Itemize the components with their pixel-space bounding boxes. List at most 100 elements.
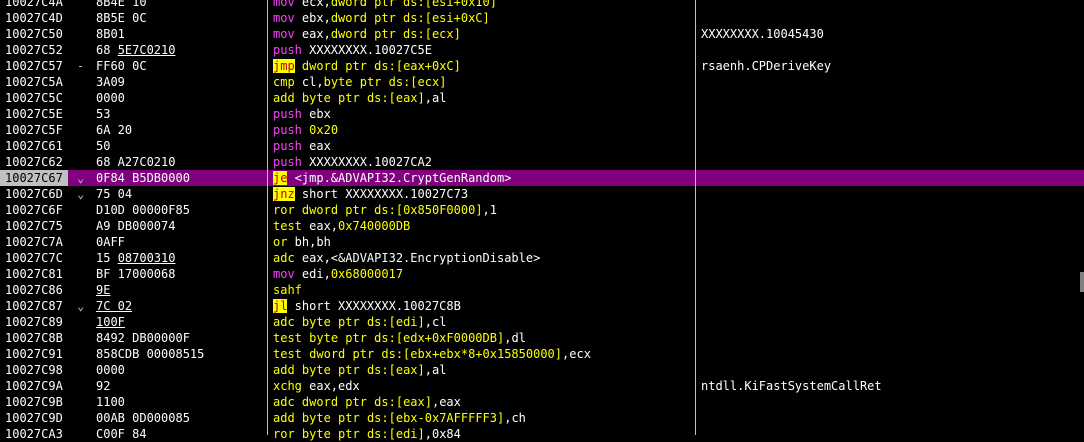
disasm-row[interactable]: 10027C7A 0AFF or bh,bh [0, 234, 1084, 250]
disassembly-view[interactable]: 10027C4A 8B4E 10 mov ecx,dword ptr ds:[esi… [0, 0, 1084, 442]
operand: short XXXXXXXX.10027C73 [294, 187, 469, 201]
operand: dword ptr ds:[0x850F0000] [301, 203, 483, 217]
disasm-row[interactable]: 10027C86 9E sahf [0, 282, 1084, 298]
hex-dump-cell: 68 A27C0210 [96, 155, 176, 169]
mnemonic: cmp [273, 75, 295, 89]
address-cell: 10027C57 [5, 59, 63, 73]
disasm-row[interactable]: 10027CA3 C00F 84 ror byte ptr ds:[edi],0x8… [0, 426, 1084, 442]
disasm-row[interactable]: 10027C52 68 5E7C0210 push XXXXXXXX.10027C5… [0, 42, 1084, 58]
operand: ecx, [294, 0, 331, 9]
column-separator[interactable] [267, 0, 268, 435]
comment-cell: ntdll.KiFastSystemCallRet [701, 379, 882, 393]
disasm-row[interactable]: 10027C5C 0000 add byte ptr ds:[eax],al [0, 90, 1084, 106]
instruction-cell: cmp cl,byte ptr ds:[ecx] [273, 74, 446, 90]
hex-dump-cell: 0000 [96, 363, 125, 377]
operand: ,eax [431, 395, 461, 409]
operand: byte ptr ds:[edi] [301, 427, 425, 441]
disasm-row[interactable]: 10027C61 50 push eax [0, 138, 1084, 154]
operand: eax,edx [301, 379, 360, 393]
disasm-row[interactable]: 10027C5E 53 push ebx [0, 106, 1084, 122]
hex-dump-cell: 75 04 [96, 187, 133, 201]
mnemonic: push [273, 139, 302, 153]
address-cell: 10027C9D [5, 411, 63, 425]
instruction-cell: je <jmp.&ADVAPI32.CryptGenRandom> [273, 170, 511, 186]
operand: ,0x84 [424, 427, 461, 441]
mnemonic: mov [273, 267, 295, 281]
operand [295, 395, 302, 409]
disasm-row[interactable]: 10027C62 68 A27C0210 push XXXXXXXX.10027CA… [0, 154, 1084, 170]
operand: XXXXXXXX.10027C5E [301, 43, 432, 57]
disasm-row[interactable]: 10027C81 BF 17000068 mov edi,0x68000017 [0, 266, 1084, 282]
hex-dump-cell: 50 [96, 139, 111, 153]
mnemonic: test [273, 347, 302, 361]
instruction-cell: test eax,0x740000DB [273, 218, 410, 234]
disasm-row[interactable]: 10027C6D ⌄ 75 04 jnz short XXXXXXXX.10027C7… [0, 186, 1084, 202]
disasm-row[interactable]: 10027C98 0000 add byte ptr ds:[eax],al [0, 362, 1084, 378]
operand: 0x68000017 [330, 267, 404, 281]
instruction-cell: adc byte ptr ds:[edi],cl [273, 314, 446, 330]
address-cell: 10027C8B [5, 331, 63, 345]
mnemonic: test [273, 219, 302, 233]
disasm-row[interactable]: 10027C87 ⌄ 7C 02 jl short XXXXXXXX.10027C8B [0, 298, 1084, 314]
operand: ,cl [424, 315, 447, 329]
address-cell: 10027C75 [5, 219, 63, 233]
operand: dword ptr ds:[eax] [301, 395, 432, 409]
disasm-row[interactable]: 10027C89 100F adc byte ptr ds:[edi],cl [0, 314, 1084, 330]
mnemonic: ror [273, 427, 295, 441]
address-cell: 10027C89 [5, 315, 63, 329]
address-cell: 10027C87 [5, 299, 63, 313]
disasm-row[interactable]: 10027C50 8B01 mov eax,dword ptr ds:[ecx] XX… [0, 26, 1084, 42]
comment-cell: XXXXXXXX.10045430 [701, 27, 824, 41]
hex-dump-cell: 0F84 B5DB0000 [96, 171, 190, 185]
instruction-cell: mov ecx,dword ptr ds:[esi+0x10] [273, 0, 497, 10]
address-cell: 10027C86 [5, 283, 63, 297]
operand: byte ptr ds:[edi] [301, 315, 425, 329]
jump-marker: ⌄ [77, 187, 85, 201]
disasm-row[interactable]: 10027C4A 8B4E 10 mov ecx,dword ptr ds:[esi… [0, 0, 1084, 10]
mnemonic: push [273, 123, 302, 137]
disasm-row[interactable]: 10027C8B 8492 DB00000F test byte ptr ds:[e… [0, 330, 1084, 346]
mnemonic: add [273, 91, 295, 105]
disasm-row[interactable]: 10027C4D 8B5E 0C mov ebx,dword ptr ds:[esi… [0, 10, 1084, 26]
address-cell: 10027C5A [5, 75, 63, 89]
address-cell: 10027C50 [5, 27, 63, 41]
instruction-cell: push XXXXXXXX.10027CA2 [273, 154, 432, 170]
address-cell: 10027C61 [5, 139, 63, 153]
hex-dump-cell: 8B01 [96, 27, 125, 41]
disasm-row[interactable]: 10027C6F D10D 00000F85 ror dword ptr ds:[0… [0, 202, 1084, 218]
operand: eax, [294, 27, 331, 41]
underlined-operand: 5E7C0210 [117, 43, 176, 57]
disasm-row[interactable]: 10027C5A 3A09 cmp cl,byte ptr ds:[ecx] [0, 74, 1084, 90]
address-cell: 10027C4D [5, 11, 63, 25]
scrollbar-thumb[interactable] [1080, 272, 1084, 292]
instruction-cell: adc eax,<&ADVAPI32.EncryptionDisable> [273, 250, 540, 266]
address-cell: 10027C6D [5, 187, 63, 201]
disasm-row[interactable]: 10027C9B 1100 adc dword ptr ds:[eax],eax [0, 394, 1084, 410]
operand: ebx, [294, 11, 331, 25]
instruction-cell: add byte ptr ds:[eax],al [273, 90, 446, 106]
hex-dump-cell: FF60 0C [96, 59, 147, 73]
instruction-cell: mov eax,dword ptr ds:[ecx] [273, 26, 461, 42]
disasm-row[interactable]: 10027C9A 92 xchg eax,edx ntdll.KiFastSystem… [0, 378, 1084, 394]
column-separator[interactable] [695, 0, 696, 435]
instruction-cell: add byte ptr ds:[eax],al [273, 362, 446, 378]
selected-disasm-row[interactable]: 10027C67 ⌄ 0F84 B5DB0000 je <jmp.&ADVAPI32.… [0, 170, 1084, 186]
instruction-cell: push eax [273, 138, 331, 154]
operand: dword ptr ds:[esi+0x10] [330, 0, 497, 9]
disasm-row[interactable]: 10027C75 A9 DB000074 test eax,0x740000DB [0, 218, 1084, 234]
operand [295, 315, 302, 329]
address-cell: 10027C52 [5, 43, 63, 57]
disasm-row[interactable]: 10027C57- FF60 0C jmp dword ptr ds:[eax+0x… [0, 58, 1084, 74]
disasm-row[interactable]: 10027C7C 15 08700310 adc eax,<&ADVAPI32.En… [0, 250, 1084, 266]
address-cell: 10027C7C [5, 251, 63, 265]
operand [295, 411, 302, 425]
mnemonic: adc [273, 395, 295, 409]
mnemonic: jnz [273, 187, 295, 201]
disasm-row[interactable]: 10027C91 858CDB 00008515 test dword ptr ds… [0, 346, 1084, 362]
operand [295, 363, 302, 377]
jump-marker: - [77, 59, 85, 73]
hex-dump-cell: 3A09 [96, 75, 125, 89]
disasm-row[interactable]: 10027C9D 00AB 0D000085 add byte ptr ds:[eb… [0, 410, 1084, 426]
disasm-row[interactable]: 10027C5F 6A 20 push 0x20 [0, 122, 1084, 138]
hex-dump-cell: D10D 00000F85 [96, 203, 190, 217]
